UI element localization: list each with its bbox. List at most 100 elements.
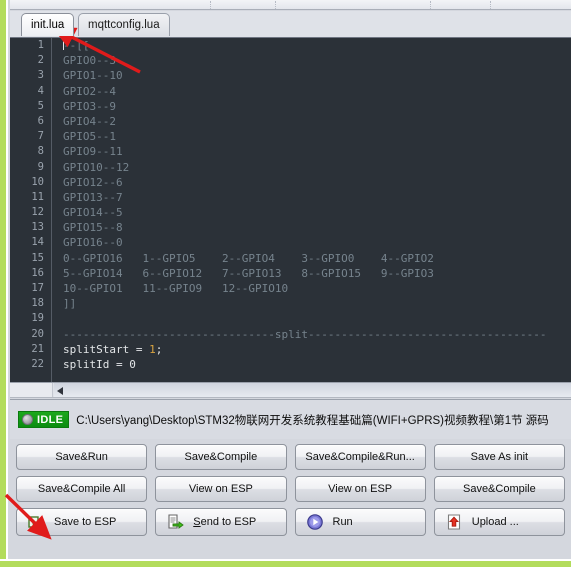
button-row-2: Save&Compile All View on ESP View on ESP… [16, 476, 565, 502]
code-text: GPIO10--12 [63, 160, 130, 174]
code-line[interactable]: 5--GPIO14 6--GPIO12 7--GPIO13 8--GPIO15 … [63, 266, 571, 281]
code-line[interactable]: 0--GPIO16 1--GPIO5 2--GPIO4 3--GPIO0 4--… [63, 251, 571, 266]
code-line[interactable]: GPIO16--0 [63, 235, 571, 250]
line-number: 3 [37, 69, 44, 82]
line-number: 18 [31, 297, 44, 310]
status-badge: IDLE [18, 411, 70, 428]
horizontal-scrollbar[interactable] [10, 382, 571, 398]
scrollbar-track[interactable] [54, 383, 571, 397]
action-button-panel: Save&Run Save&Compile Save&Compile&Run..… [10, 440, 571, 559]
tab-init-lua[interactable]: init.lua [21, 13, 75, 36]
run-play-icon [306, 513, 324, 531]
status-badge-label: IDLE [37, 413, 64, 426]
run-button[interactable]: Run [294, 508, 426, 536]
save-to-esp-icon [27, 513, 45, 531]
code-line[interactable]: splitStart = 1; [63, 342, 571, 357]
save-compile-and-run-button[interactable]: Save&Compile&Run... [294, 444, 426, 470]
line-number: 1 [37, 39, 44, 51]
code-line[interactable]: GPIO0--3 [63, 53, 571, 68]
code-editor[interactable]: 1 2 3 4 5 6 7 8 9 10 11 12 13 14 15 16 17 18 19 20 21 22 --[[… [10, 37, 571, 382]
toolbar-separator [490, 1, 491, 9]
code-line[interactable]: GPIO14--5 [63, 205, 571, 220]
code-text: GPIO14--5 [63, 206, 123, 220]
code-text-tail: ; [155, 342, 163, 356]
code-text: GPIO13--7 [63, 190, 123, 204]
code-text: GPIO0--3 [63, 54, 116, 68]
upload-icon [445, 513, 463, 531]
code-number-token: 1 [149, 342, 156, 356]
code-text: GPIO3--9 [63, 99, 116, 113]
button-label: Upload ... [471, 516, 519, 528]
tab-label: mqttconfig.lua [88, 19, 160, 31]
code-line[interactable]: GPIO15--8 [63, 220, 571, 235]
code-line[interactable]: GPIO2--4 [63, 84, 571, 99]
code-line[interactable]: splitId = 0 [63, 357, 571, 372]
save-as-init-button[interactable]: Save As init [433, 444, 565, 470]
upload-button[interactable]: Upload ... [433, 508, 565, 536]
code-line[interactable]: GPIO10--12 [63, 160, 571, 175]
code-text: --[[ [63, 39, 90, 52]
window-bottom-border [0, 559, 571, 567]
save-and-compile-button-2[interactable]: Save&Compile [433, 476, 565, 502]
button-label: Save&Compile [184, 451, 258, 463]
current-folder-path: C:\Users\yang\Desktop\STM32物联网开发系统教程基础篇(… [76, 414, 549, 427]
save-to-esp-button[interactable]: Save to ESP [16, 508, 148, 536]
code-line[interactable]: GPIO1--10 [63, 68, 571, 83]
code-text: GPIO4--2 [63, 114, 116, 128]
line-number: 8 [37, 145, 44, 158]
line-number: 4 [37, 84, 44, 97]
scrollbar-corner [10, 383, 53, 397]
code-text: GPIO12--6 [63, 175, 123, 189]
line-number: 14 [31, 236, 44, 249]
view-on-esp-button-2[interactable]: View on ESP [294, 476, 426, 502]
button-row-3: Save to ESP Send to ESP Run Upload ... [16, 508, 565, 536]
code-line[interactable]: 10--GPIO1 11--GPIO9 12--GPIO10 [63, 281, 571, 296]
button-label: Save&Compile All [37, 483, 126, 495]
button-row-1: Save&Run Save&Compile Save&Compile&Run..… [16, 444, 565, 470]
code-line[interactable]: GPIO13--7 [63, 190, 571, 205]
nodemcu-studio-window: init.lua mqttconfig.lua 1 2 3 4 5 6 7 8 9 10 11 12 1… [0, 0, 571, 567]
code-line[interactable]: GPIO4--2 [63, 114, 571, 129]
code-line[interactable]: GPIO9--11 [63, 144, 571, 159]
code-text: ]] [63, 297, 77, 311]
code-text: GPIO15--8 [63, 221, 123, 235]
triangle-left-icon[interactable] [57, 387, 63, 395]
line-number: 21 [31, 342, 44, 355]
line-number: 13 [31, 221, 44, 234]
button-label: Save As init [470, 451, 529, 463]
line-number: 9 [37, 160, 44, 173]
line-number: 20 [31, 327, 44, 340]
button-label: Save&Run [55, 451, 108, 463]
line-number: 17 [31, 282, 44, 294]
code-text: GPIO5--1 [63, 130, 116, 144]
code-line[interactable]: GPIO5--1 [63, 129, 571, 144]
code-line[interactable]: ]] [63, 296, 571, 311]
line-number-gutter: 1 2 3 4 5 6 7 8 9 10 11 12 13 14 15 16 17 18 19 20 21 22 [10, 38, 52, 382]
toolbar-separator [275, 1, 276, 9]
save-and-run-button[interactable]: Save&Run [16, 444, 148, 470]
code-line[interactable]: --------------------------------split---… [63, 327, 571, 342]
code-text: --------------------------------split---… [63, 327, 547, 341]
code-line[interactable] [63, 311, 571, 326]
code-text-area[interactable]: --[[GPIO0--3 GPIO1--10 GPIO2--4 GPIO3--9 GPI… [53, 38, 571, 382]
view-on-esp-button-1[interactable]: View on ESP [155, 476, 287, 502]
line-number: 11 [31, 190, 44, 203]
code-text: 0--GPIO16 1--GPIO5 2--GPIO4 3--GPIO0 4--… [63, 251, 434, 265]
send-to-esp-button[interactable]: Send to ESP [155, 508, 287, 536]
code-text: 10--GPIO1 11--GPIO9 12--GPIO10 [63, 282, 289, 295]
tab-mqttconfig-lua[interactable]: mqttconfig.lua [78, 13, 170, 36]
code-text: GPIO2--4 [63, 84, 116, 98]
code-line[interactable]: GPIO12--6 [63, 175, 571, 190]
code-text: GPIO9--11 [63, 145, 123, 159]
line-number: 22 [31, 357, 44, 370]
code-line[interactable]: GPIO3--9 [63, 99, 571, 114]
window-left-border [0, 0, 8, 567]
line-number: 5 [37, 99, 44, 112]
toolbar-separator [430, 1, 431, 9]
save-and-compile-all-button[interactable]: Save&Compile All [16, 476, 148, 502]
save-and-compile-button[interactable]: Save&Compile [155, 444, 287, 470]
line-number: 10 [31, 175, 44, 188]
code-line[interactable]: --[[ [63, 38, 571, 53]
button-label: Run [332, 516, 353, 528]
button-label: Send to ESP [193, 516, 256, 528]
